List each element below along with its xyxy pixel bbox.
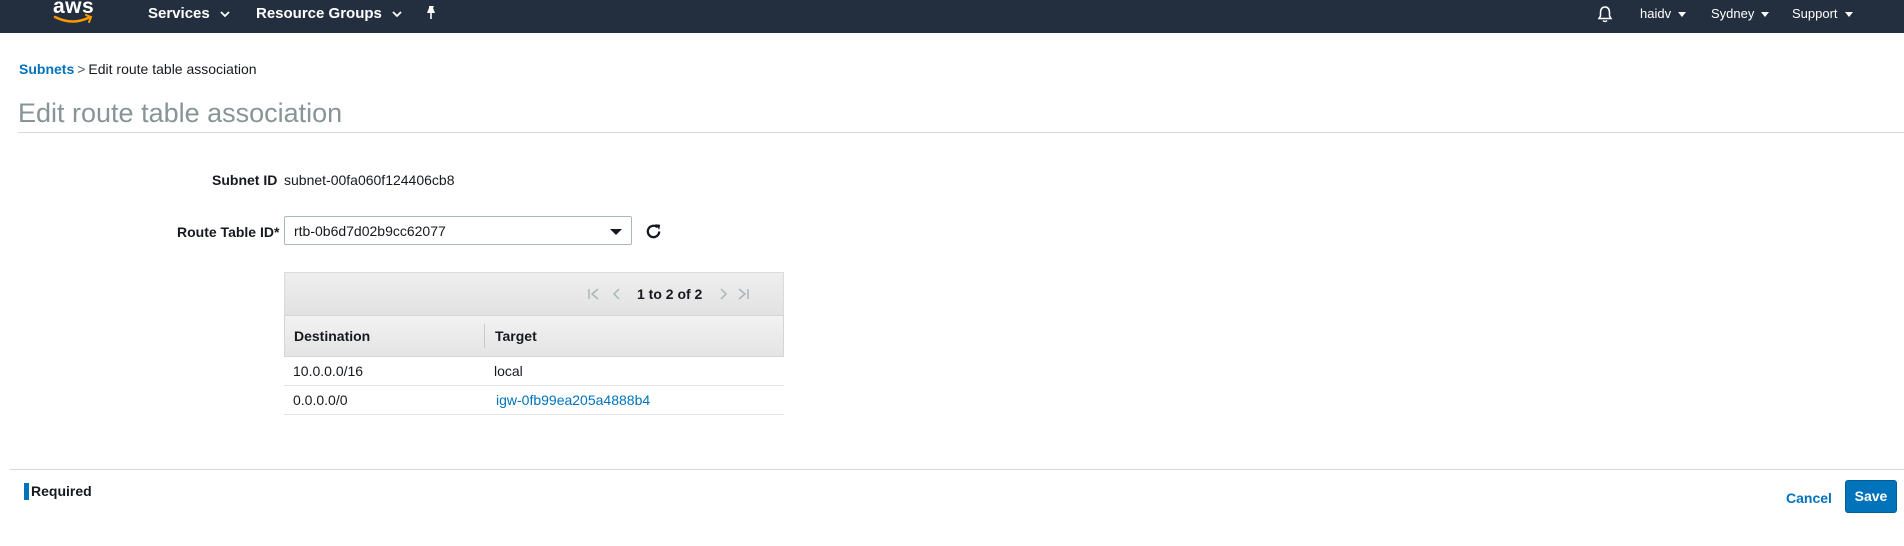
route-target: local [494, 363, 523, 379]
subnet-id-label: Subnet ID [212, 172, 278, 188]
top-navigation-bar: aws Services Resource Groups haidv Sydne… [0, 0, 1904, 33]
required-marker [24, 482, 29, 500]
dropdown-caret-icon [610, 229, 622, 235]
resource-groups-label: Resource Groups [256, 5, 382, 22]
routes-table: 1 to 2 of 2 Destination Target 10.0.0.0/… [284, 272, 784, 415]
route-target-link[interactable]: igw-0fb99ea205a4888b4 [496, 392, 650, 408]
services-menu[interactable]: Services [148, 0, 230, 33]
cancel-button[interactable]: Cancel [1786, 490, 1832, 506]
required-note: *Required [24, 482, 92, 501]
footer-divider [10, 469, 1904, 470]
services-label: Services [148, 5, 210, 22]
column-header-destination[interactable]: Destination [294, 328, 370, 344]
save-button[interactable]: Save [1845, 480, 1897, 513]
next-page-icon[interactable] [716, 286, 730, 302]
aws-logo[interactable]: aws [53, 0, 97, 30]
pagination-text: 1 to 2 of 2 [637, 286, 703, 302]
caret-down-icon [1844, 12, 1853, 18]
chevron-down-icon [220, 10, 230, 17]
refresh-icon[interactable] [644, 222, 663, 241]
bell-icon[interactable] [1597, 5, 1613, 23]
breadcrumb-subnets-link[interactable]: Subnets [19, 61, 74, 77]
column-divider [484, 324, 485, 348]
resource-groups-menu[interactable]: Resource Groups [256, 0, 402, 33]
breadcrumb-separator: > [77, 61, 86, 77]
caret-down-icon [1761, 12, 1770, 18]
column-header-target[interactable]: Target [495, 328, 537, 344]
route-table-id-label: Route Table ID* [177, 224, 280, 240]
first-page-icon[interactable] [587, 286, 601, 302]
table-row: 0.0.0.0/0 igw-0fb99ea205a4888b4 [284, 386, 784, 415]
chevron-down-icon [392, 10, 402, 17]
table-header: Destination Target [284, 315, 784, 357]
user-menu[interactable]: haidv [1640, 0, 1687, 33]
support-menu[interactable]: Support [1792, 0, 1853, 33]
required-label: Required [31, 483, 92, 499]
user-label: haidv [1640, 6, 1672, 21]
table-row: 10.0.0.0/16 local [284, 357, 784, 386]
pin-icon[interactable] [424, 5, 438, 21]
previous-page-icon[interactable] [610, 286, 624, 302]
page-title: Edit route table association [18, 98, 343, 128]
support-label: Support [1792, 6, 1838, 21]
pagination-bar: 1 to 2 of 2 [284, 272, 784, 315]
route-destination: 10.0.0.0/16 [293, 363, 364, 379]
breadcrumb-current: Edit route table association [88, 61, 257, 77]
route-table-selected-value: rtb-0b6d7d02b9cc62077 [294, 223, 446, 239]
breadcrumb: Subnets > Edit route table association [19, 61, 257, 77]
aws-smile-icon [53, 14, 93, 23]
last-page-icon[interactable] [736, 286, 750, 302]
region-label: Sydney [1711, 6, 1755, 21]
title-divider [18, 132, 1904, 133]
route-destination: 0.0.0.0/0 [293, 392, 348, 408]
caret-down-icon [1678, 12, 1687, 18]
route-table-select[interactable]: rtb-0b6d7d02b9cc62077 [284, 216, 632, 245]
region-menu[interactable]: Sydney [1711, 0, 1770, 33]
subnet-id-value: subnet-00fa060f124406cb8 [284, 172, 455, 188]
